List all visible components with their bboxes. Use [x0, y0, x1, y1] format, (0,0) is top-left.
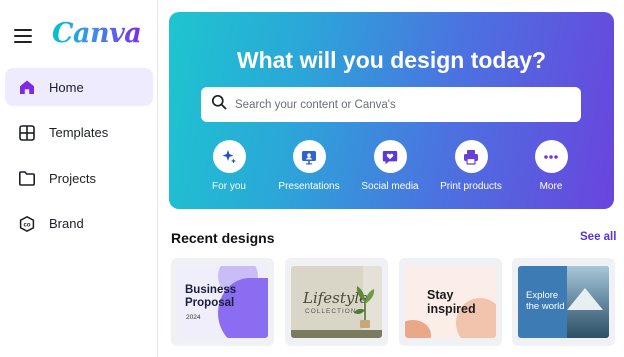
design-thumbnail: Business Proposal 2024 — [177, 266, 268, 338]
more-icon — [534, 140, 568, 173]
sidebar-item-brand[interactable]: co Brand — [5, 205, 153, 243]
search-bar[interactable] — [201, 87, 581, 122]
hero-banner: What will you design today? For you Pres… — [169, 12, 614, 209]
design-card-stay-inspired[interactable]: Stay inspired — [399, 258, 502, 346]
see-all-link[interactable]: See all — [580, 231, 616, 243]
sidebar: Canva Home Templates Projects co Brand — [0, 0, 158, 357]
action-label: Presentations — [278, 181, 340, 192]
menu-icon[interactable] — [14, 29, 32, 43]
home-icon — [18, 78, 36, 96]
design-thumbnail: Lifestyle COLLECTION — [291, 266, 382, 338]
svg-text:co: co — [23, 222, 30, 228]
presentation-icon — [292, 140, 326, 173]
design-card-lifestyle[interactable]: Lifestyle COLLECTION — [285, 258, 388, 346]
design-card-business-proposal[interactable]: Business Proposal 2024 — [171, 258, 274, 346]
design-thumbnail: Stay inspired — [405, 266, 496, 338]
printer-icon — [454, 140, 488, 173]
action-label: Print products — [440, 181, 502, 192]
sidebar-item-label: Templates — [49, 125, 109, 140]
heart-chat-icon — [373, 140, 407, 173]
sidebar-item-label: Projects — [49, 170, 96, 186]
search-icon — [211, 94, 227, 115]
design-title: Business Proposal — [185, 284, 237, 309]
action-presentations[interactable]: Presentations — [264, 140, 354, 192]
folder-icon — [18, 169, 36, 187]
templates-icon — [18, 124, 36, 142]
action-label: For you — [212, 181, 246, 192]
brand-icon: co — [18, 215, 36, 233]
sidebar-item-templates[interactable]: Templates — [5, 114, 153, 152]
action-for-you[interactable]: For you — [184, 140, 274, 192]
design-subtitle: COLLECTION — [305, 308, 357, 315]
hero-title: What will you design today? — [236, 47, 547, 73]
sidebar-item-projects[interactable]: Projects — [5, 159, 153, 197]
canva-logo[interactable]: Canva — [52, 18, 142, 49]
plant-icon — [354, 286, 375, 328]
action-label: Social media — [361, 181, 419, 192]
sparkle-icon — [212, 140, 246, 173]
action-social-media[interactable]: Social media — [345, 140, 435, 192]
recent-designs-title: Recent designs — [171, 230, 275, 246]
sidebar-nav: Home Templates Projects co Brand — [5, 68, 153, 250]
search-input[interactable] — [227, 87, 581, 122]
sidebar-item-label: Home — [49, 79, 84, 95]
design-card-explore-the-world[interactable]: Explore the world — [512, 258, 615, 346]
action-more[interactable]: More — [506, 140, 596, 192]
action-print-products[interactable]: Print products — [426, 140, 516, 192]
sidebar-item-label: Brand — [49, 216, 84, 231]
action-label: More — [539, 181, 563, 192]
design-title: Stay inspired — [427, 288, 476, 316]
topbar — [14, 20, 32, 52]
design-thumbnail: Explore the world — [518, 266, 609, 338]
design-title: Explore the world — [526, 290, 565, 312]
sidebar-item-home[interactable]: Home — [5, 68, 153, 106]
design-subtitle: 2024 — [186, 314, 201, 321]
